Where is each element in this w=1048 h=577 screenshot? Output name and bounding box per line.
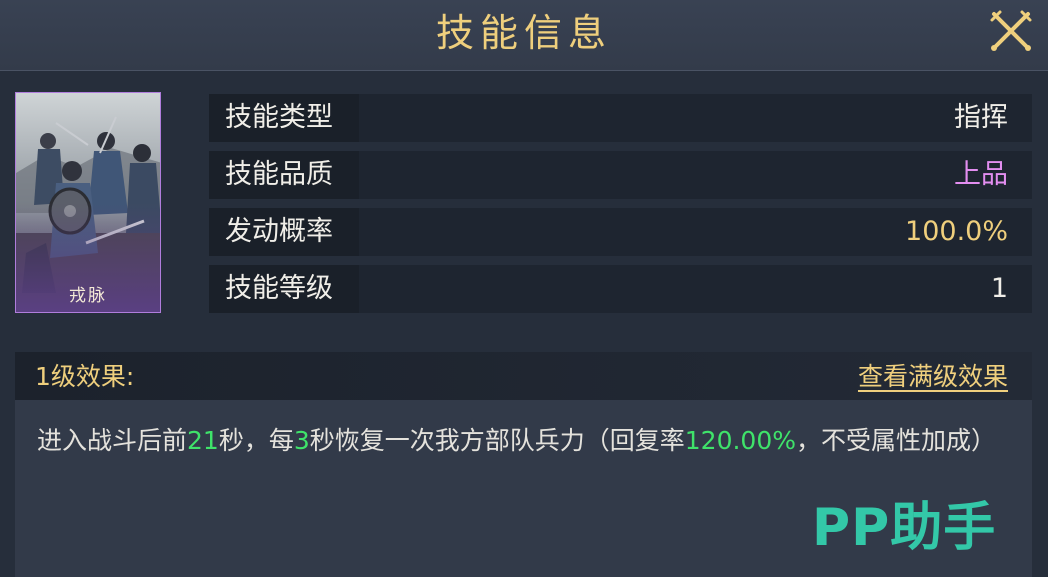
info-label: 技能类型 <box>225 102 333 133</box>
info-row-probability: 发动概率 100.0% <box>209 208 1032 256</box>
info-label: 发动概率 <box>225 216 333 247</box>
dialog-title: 技能信息 <box>435 11 612 55</box>
highlight-number: 120.00% <box>684 426 796 455</box>
title-bar: 技能信息 <box>0 0 1048 71</box>
info-label: 技能等级 <box>225 273 333 304</box>
effect-description: 进入战斗后前21秒，每3秒恢复一次我方部队兵力（回复率120.00%，不受属性加… <box>37 426 997 455</box>
view-max-level-link[interactable]: 查看满级效果 <box>858 352 1008 402</box>
highlight-number: 21 <box>187 426 219 455</box>
close-button[interactable] <box>984 6 1038 54</box>
pp-watermark: PP助手 <box>812 498 997 558</box>
info-value: 指挥 <box>954 102 1008 133</box>
info-value: 上品 <box>954 159 1008 190</box>
warriors-illustration-icon <box>16 93 160 312</box>
crossed-swords-close-icon <box>990 10 1032 51</box>
highlight-number: 3 <box>293 426 310 455</box>
info-value: 100.0% <box>905 216 1008 247</box>
info-row-type: 技能类型 指挥 <box>209 94 1032 142</box>
effect-header: 1级效果: 查看满级效果 <box>15 352 1032 400</box>
skill-name: 戎脉 <box>69 286 107 306</box>
skill-card[interactable]: 戎脉 <box>15 92 161 313</box>
info-label: 技能品质 <box>225 159 333 190</box>
info-row-quality: 技能品质 上品 <box>209 151 1032 199</box>
info-value: 1 <box>990 273 1008 304</box>
effect-title: 1级效果: <box>35 362 135 391</box>
info-row-level: 技能等级 1 <box>209 265 1032 313</box>
